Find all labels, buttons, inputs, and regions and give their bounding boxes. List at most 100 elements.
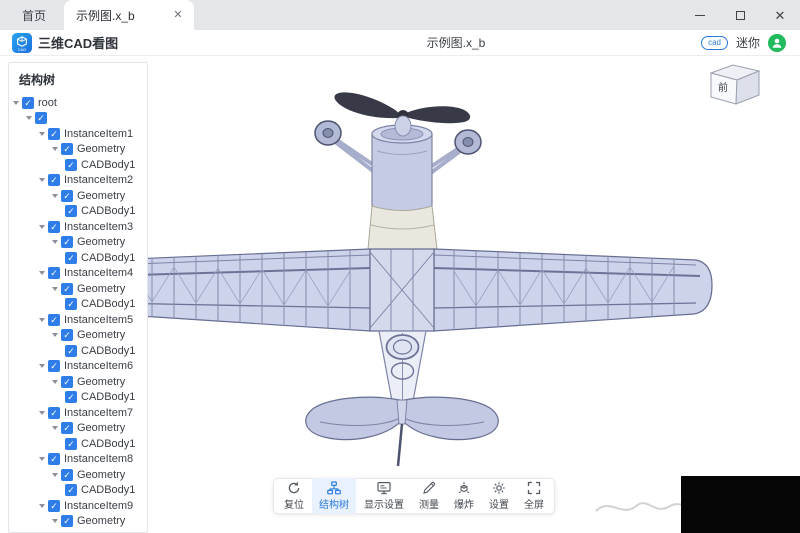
measure-button[interactable]: 测量 (412, 478, 446, 514)
tree-node[interactable]: ✓ InstanceItem3 (9, 219, 147, 235)
tree-node[interactable]: ✓CADBody1 (9, 250, 147, 266)
tree-node[interactable]: ✓ InstanceItem4 (9, 266, 147, 282)
tree-node[interactable]: ✓CADBody1 (9, 483, 147, 499)
visibility-checkbox[interactable]: ✓ (48, 407, 60, 419)
expand-arrow-icon[interactable] (52, 147, 58, 151)
reset-view-button[interactable]: 复位 (277, 478, 311, 514)
visibility-checkbox[interactable]: ✓ (48, 314, 60, 326)
tree-node-label: InstanceItem3 (64, 221, 133, 233)
expand-arrow-icon[interactable] (39, 457, 45, 461)
maximize-button[interactable] (720, 0, 760, 30)
visibility-checkbox[interactable]: ✓ (61, 283, 73, 295)
expand-arrow-icon[interactable] (52, 380, 58, 384)
tree-node[interactable]: ✓Geometry (9, 281, 147, 297)
expand-arrow-icon[interactable] (52, 519, 58, 523)
visibility-checkbox[interactable]: ✓ (65, 345, 77, 357)
expand-arrow-icon[interactable] (39, 271, 45, 275)
visibility-checkbox[interactable]: ✓ (61, 143, 73, 155)
tree-node[interactable]: ✓Geometry (9, 421, 147, 437)
expand-arrow-icon[interactable] (39, 178, 45, 182)
tree-node[interactable]: ✓InstanceItem6 (9, 359, 147, 375)
expand-arrow-icon[interactable] (39, 225, 45, 229)
expand-arrow-icon[interactable] (52, 287, 58, 291)
visibility-checkbox[interactable]: ✓ (61, 190, 73, 202)
tree-node[interactable]: ✓Geometry (9, 374, 147, 390)
visibility-checkbox[interactable]: ✓ (61, 236, 73, 248)
tree-node[interactable]: ✓CADBody1 (9, 297, 147, 313)
tree-node[interactable]: ✓CADBody1 (9, 157, 147, 173)
tree-node[interactable]: ✓InstanceItem1 (9, 126, 147, 142)
tree-node[interactable]: ✓InstanceItem7 (9, 405, 147, 421)
tree-node[interactable]: ✓CADBody1 (9, 436, 147, 452)
visibility-checkbox[interactable]: ✓ (65, 205, 77, 217)
expand-arrow-icon[interactable] (39, 411, 45, 415)
visibility-checkbox[interactable]: ✓ (65, 484, 77, 496)
tree-node[interactable]: ✓InstanceItem9 (9, 498, 147, 514)
explode-button[interactable]: 爆炸 (447, 478, 481, 514)
expand-arrow-icon[interactable] (52, 333, 58, 337)
expand-arrow-icon[interactable] (52, 240, 58, 244)
visibility-checkbox[interactable]: ✓ (48, 174, 60, 186)
structure-tree-button[interactable]: 结构树 (312, 478, 356, 514)
visibility-checkbox[interactable]: ✓ (48, 221, 60, 233)
visibility-checkbox[interactable]: ✓ (61, 329, 73, 341)
settings-button[interactable]: 设置 (482, 478, 516, 514)
visibility-checkbox[interactable]: ✓ (48, 500, 60, 512)
visibility-checkbox[interactable]: ✓ (61, 469, 73, 481)
measure-icon (422, 481, 436, 495)
visibility-checkbox[interactable]: ✓ (65, 252, 77, 264)
expand-arrow-icon[interactable] (13, 101, 19, 105)
visibility-checkbox[interactable]: ✓ (35, 112, 47, 124)
visibility-checkbox[interactable]: ✓ (61, 515, 73, 527)
view-cube[interactable]: 前 (703, 57, 767, 107)
tree-node[interactable]: ✓Geometry (9, 514, 147, 530)
visibility-checkbox[interactable]: ✓ (65, 391, 77, 403)
visibility-checkbox[interactable]: ✓ (48, 128, 60, 140)
visibility-checkbox[interactable]: ✓ (48, 453, 60, 465)
close-button[interactable]: ✕ (760, 0, 800, 30)
tree-node[interactable]: ✓CADBody1 (9, 343, 147, 359)
explode-icon (457, 481, 471, 495)
tab-home[interactable]: 首页 (0, 0, 64, 30)
minimize-button[interactable] (680, 0, 720, 30)
tree-node[interactable]: ✓InstanceItem5 (9, 312, 147, 328)
expand-arrow-icon[interactable] (39, 364, 45, 368)
display-settings-button[interactable]: 显示设置 (357, 478, 411, 514)
visibility-checkbox[interactable]: ✓ (65, 159, 77, 171)
tree-node[interactable]: ✓Geometry (9, 188, 147, 204)
customer-service-icon[interactable] (768, 34, 786, 52)
tree-node[interactable]: ✓CADBody1 (9, 204, 147, 220)
tab-document[interactable]: 示例图.x_b ✕ (64, 0, 194, 30)
tree-node-label: InstanceItem4 (64, 267, 133, 279)
tree-node[interactable]: ✓root (9, 95, 147, 111)
expand-arrow-icon[interactable] (39, 504, 45, 508)
visibility-checkbox[interactable]: ✓ (48, 360, 60, 372)
tree-node-label: Geometry (77, 469, 125, 481)
expand-arrow-icon[interactable] (39, 132, 45, 136)
expand-arrow-icon[interactable] (52, 426, 58, 430)
tree-node[interactable]: ✓InstanceItem8 (9, 452, 147, 468)
wing-center-section (370, 249, 434, 331)
viewport-3d-canvas[interactable] (148, 56, 800, 533)
tree-node[interactable]: ✓ (9, 111, 147, 127)
visibility-checkbox[interactable]: ✓ (48, 267, 60, 279)
expand-arrow-icon[interactable] (52, 473, 58, 477)
mini-mode-label[interactable]: 迷你 (736, 34, 760, 51)
visibility-checkbox[interactable]: ✓ (22, 97, 34, 109)
tree-node[interactable]: ✓InstanceItem2 (9, 173, 147, 189)
tree-node[interactable]: ✓CADBody1 (9, 390, 147, 406)
tree-node[interactable]: ✓Geometry (9, 142, 147, 158)
expand-arrow-icon[interactable] (52, 194, 58, 198)
app-header: CAD 三维CAD看图 示例图.x_b cad 迷你 (0, 30, 800, 56)
visibility-checkbox[interactable]: ✓ (61, 422, 73, 434)
expand-arrow-icon[interactable] (39, 318, 45, 322)
visibility-checkbox[interactable]: ✓ (61, 376, 73, 388)
fullscreen-button[interactable]: 全屏 (517, 478, 551, 514)
tree-node[interactable]: ✓Geometry (9, 328, 147, 344)
tab-close-icon[interactable]: ✕ (170, 7, 186, 23)
expand-arrow-icon[interactable] (26, 116, 32, 120)
visibility-checkbox[interactable]: ✓ (65, 438, 77, 450)
visibility-checkbox[interactable]: ✓ (65, 298, 77, 310)
tree-node[interactable]: ✓Geometry (9, 235, 147, 251)
tree-node[interactable]: ✓ Geometry (9, 467, 147, 483)
